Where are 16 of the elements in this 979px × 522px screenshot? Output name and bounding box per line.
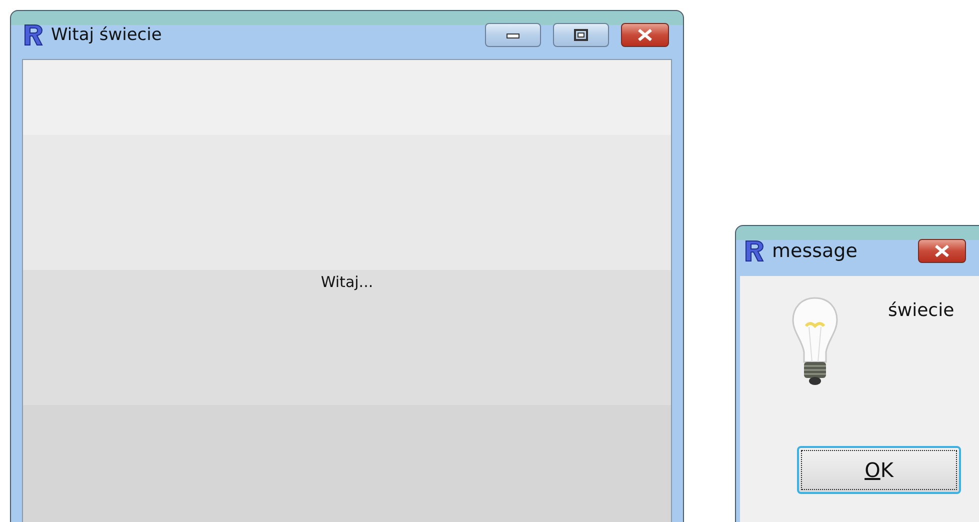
close-icon: [637, 29, 653, 41]
close-icon: [934, 245, 950, 257]
r-logo-icon: [744, 240, 764, 262]
close-button[interactable]: [621, 23, 669, 47]
dialog-title: message: [772, 240, 858, 262]
window-title: Witaj świecie: [51, 25, 163, 45]
message-text: świecie: [888, 300, 954, 321]
close-button[interactable]: [918, 239, 966, 263]
greeting-label: Witaj...: [320, 273, 374, 291]
maximize-icon: [574, 29, 588, 41]
ok-button[interactable]: OK: [797, 446, 961, 494]
light-bulb-icon: [790, 296, 840, 388]
r-logo-icon: [23, 24, 43, 46]
minimize-icon: [506, 31, 520, 39]
maximize-button[interactable]: [553, 23, 609, 47]
minimize-button[interactable]: [485, 23, 541, 47]
